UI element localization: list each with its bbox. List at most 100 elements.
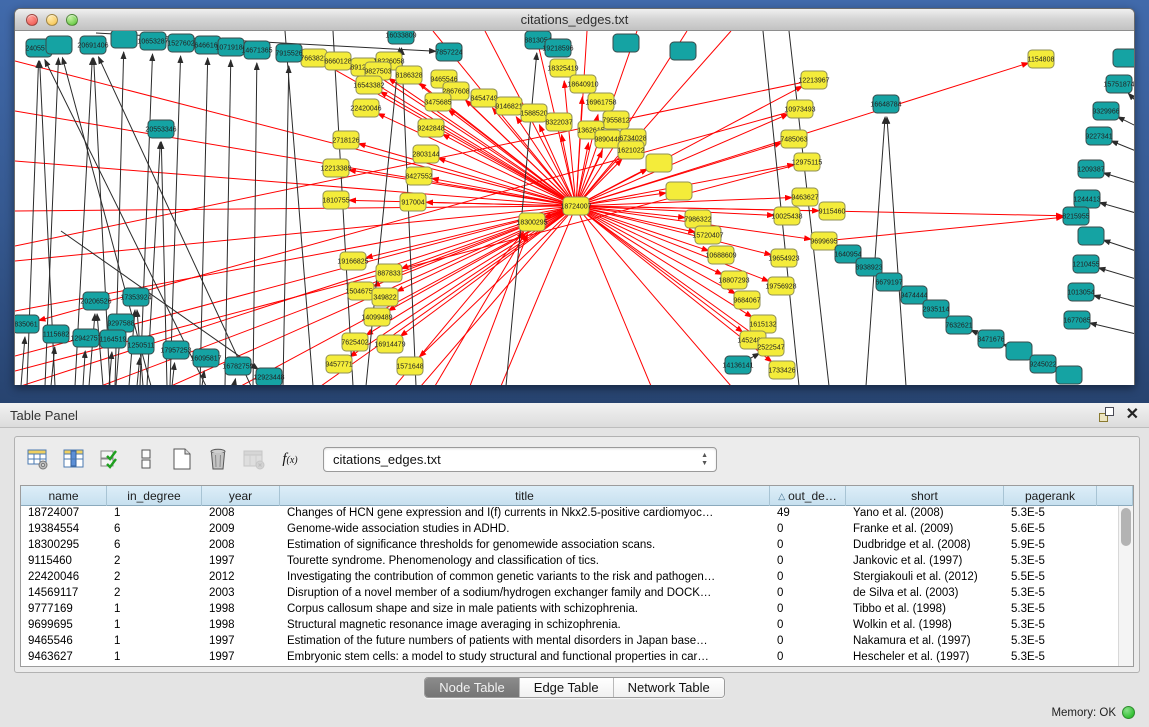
table-cell[interactable]: 1998 xyxy=(202,618,280,634)
table-cell[interactable]: 5.3E-5 xyxy=(1004,506,1097,522)
network-node[interactable]: 19218596 xyxy=(542,39,573,57)
table-cell[interactable]: 2003 xyxy=(202,586,280,602)
network-node[interactable]: 16648784 xyxy=(870,95,901,113)
table-cell[interactable]: 5.5E-5 xyxy=(1004,570,1097,586)
network-node[interactable]: 2718126 xyxy=(332,131,359,149)
network-canvas[interactable]: 1872400718300295766382286601288912954182… xyxy=(15,31,1134,385)
table-cell[interactable]: 6 xyxy=(107,538,202,554)
network-edge[interactable] xyxy=(576,206,771,255)
table-row[interactable]: 969969511998Structural magnetic resonanc… xyxy=(21,618,1133,634)
table-cell[interactable]: 5.3E-5 xyxy=(1004,618,1097,634)
table-cell[interactable]: 2012 xyxy=(202,570,280,586)
network-node[interactable]: 16033809 xyxy=(385,31,416,44)
network-node[interactable] xyxy=(1078,227,1104,245)
table-cell[interactable]: 2008 xyxy=(202,538,280,554)
network-node[interactable]: 7632621 xyxy=(945,316,972,334)
network-node[interactable]: 1164519 xyxy=(100,330,127,348)
table-cell[interactable]: 0 xyxy=(770,634,846,650)
column-header-pagerank[interactable]: pagerank xyxy=(1004,486,1097,506)
network-node[interactable]: 16543382 xyxy=(353,76,384,94)
table-cell[interactable]: 2008 xyxy=(202,506,280,522)
network-node[interactable]: 10025438 xyxy=(771,207,802,225)
network-node[interactable]: 1527602 xyxy=(167,34,194,52)
table-cell[interactable]: 0 xyxy=(770,570,846,586)
network-node[interactable]: 7625402 xyxy=(341,333,368,351)
network-node[interactable]: 15720407 xyxy=(692,226,723,244)
table-cell[interactable]: Tibbo et al. (1998) xyxy=(846,602,1004,618)
network-edge[interactable] xyxy=(887,117,906,385)
network-node[interactable]: 12213389 xyxy=(320,159,351,177)
network-edge[interactable] xyxy=(1128,93,1134,101)
table-cell[interactable]: Wolkin et al. (1998) xyxy=(846,618,1004,634)
table-cell[interactable]: 18724007 xyxy=(21,506,107,522)
table-cell[interactable]: 5.6E-5 xyxy=(1004,522,1097,538)
table-row[interactable]: 977716911998Corpus callosum shape and si… xyxy=(21,602,1133,618)
clear-selection-icon[interactable] xyxy=(131,444,161,474)
network-edge[interactable] xyxy=(1111,141,1134,151)
network-node[interactable]: 1210455 xyxy=(1072,255,1099,273)
table-cell[interactable]: Investigating the contribution of common… xyxy=(280,570,770,586)
table-row[interactable]: 1830029562008Estimation of significance … xyxy=(21,538,1133,554)
table-cell[interactable]: 2 xyxy=(107,586,202,602)
network-node[interactable]: 8427552 xyxy=(405,167,432,185)
table-cell[interactable]: 49 xyxy=(770,506,846,522)
network-node[interactable]: 8454749 xyxy=(470,89,497,107)
table-scrollbar-thumb[interactable] xyxy=(1121,508,1131,546)
table-cell[interactable]: 5.3E-5 xyxy=(1004,602,1097,618)
network-edge[interactable] xyxy=(576,206,743,332)
network-node[interactable]: 1571648 xyxy=(396,357,423,375)
network-node[interactable]: 2803144 xyxy=(412,145,439,163)
network-node[interactable]: 8186328 xyxy=(395,66,422,84)
network-edge[interactable] xyxy=(1103,240,1134,251)
table-cell[interactable]: Structural magnetic resonance image aver… xyxy=(280,618,770,634)
network-node[interactable]: 12975115 xyxy=(792,153,823,171)
network-node[interactable]: 1677085 xyxy=(1063,311,1090,329)
network-edge[interactable] xyxy=(200,58,208,385)
table-row[interactable]: 2242004622012Investigating the contribut… xyxy=(21,570,1133,586)
network-edge[interactable] xyxy=(15,61,576,206)
network-edge[interactable] xyxy=(824,217,1063,241)
network-edge[interactable] xyxy=(1094,295,1134,307)
table-cell[interactable]: 1 xyxy=(107,602,202,618)
network-edge[interactable] xyxy=(234,379,235,385)
network-node[interactable] xyxy=(1113,49,1134,67)
network-node[interactable]: 9146821 xyxy=(495,97,522,115)
network-node[interactable]: 1250511 xyxy=(128,336,155,354)
network-node[interactable]: 835061 xyxy=(15,315,39,333)
table-cell[interactable]: Genome-wide association studies in ADHD. xyxy=(280,522,770,538)
memory-status-indicator[interactable] xyxy=(1122,706,1135,719)
table-cell[interactable]: 1997 xyxy=(202,634,280,650)
network-node[interactable]: 1810755 xyxy=(322,191,349,209)
show-columns-icon[interactable] xyxy=(59,444,89,474)
network-node[interactable]: 2522547 xyxy=(757,338,784,356)
table-cell[interactable]: 2 xyxy=(107,554,202,570)
network-node[interactable]: 14671365 xyxy=(241,41,272,59)
column-header-short[interactable]: short xyxy=(846,486,1004,506)
column-header-out-degree[interactable]: △out_de… xyxy=(770,486,846,506)
network-node[interactable] xyxy=(46,36,72,54)
network-edge[interactable] xyxy=(1103,173,1134,183)
network-node[interactable]: 9684067 xyxy=(733,291,760,309)
network-node[interactable]: 1209387 xyxy=(1077,160,1104,178)
network-edge[interactable] xyxy=(1098,268,1134,279)
table-row[interactable]: 911546021997Tourette syndrome. Phenomeno… xyxy=(21,554,1133,570)
network-node[interactable]: 19166825 xyxy=(337,252,368,270)
table-cell[interactable]: 5.3E-5 xyxy=(1004,554,1097,570)
network-node[interactable] xyxy=(646,154,672,172)
network-node[interactable]: 8215955 xyxy=(1062,207,1089,225)
network-node[interactable] xyxy=(666,182,692,200)
table-cell[interactable]: Hescheler et al. (1997) xyxy=(846,650,1004,666)
table-cell[interactable]: 9115460 xyxy=(21,554,107,570)
network-node[interactable]: 19654923 xyxy=(768,249,799,267)
table-cell[interactable]: 5.3E-5 xyxy=(1004,634,1097,650)
network-node[interactable]: 10688609 xyxy=(705,246,736,264)
table-cell[interactable]: 0 xyxy=(770,522,846,538)
network-node[interactable]: 20691406 xyxy=(77,36,108,54)
table-cell[interactable]: 19384554 xyxy=(21,522,107,538)
network-node[interactable]: 9699695 xyxy=(810,232,837,250)
network-node[interactable] xyxy=(111,31,137,48)
network-node[interactable]: 10973493 xyxy=(784,100,815,118)
network-node[interactable]: 1115682 xyxy=(43,325,69,343)
network-node[interactable]: 6679197 xyxy=(875,273,902,291)
network-node[interactable]: 1621022 xyxy=(617,141,644,159)
